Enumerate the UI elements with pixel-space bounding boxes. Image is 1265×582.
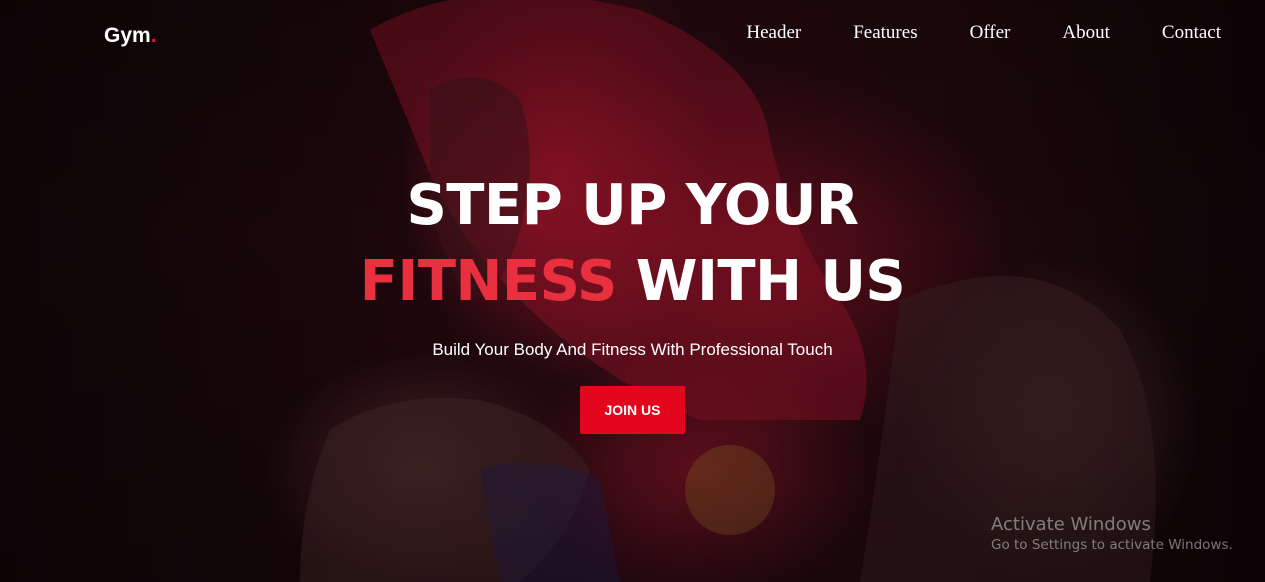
nav-link-about[interactable]: About [1062, 22, 1110, 44]
headline-accent-word: FITNESS [359, 249, 618, 314]
headline-line-2: WITH US [616, 249, 906, 314]
activate-windows-watermark: Activate Windows Go to Settings to activ… [991, 514, 1233, 553]
join-us-button[interactable]: JOIN US [580, 386, 685, 434]
nav-link-features[interactable]: Features [853, 22, 917, 44]
main-nav: Header Features Offer About Contact [746, 22, 1221, 44]
nav-link-contact[interactable]: Contact [1162, 22, 1221, 44]
brand-name: Gym [104, 24, 151, 47]
headline-line-1: STEP UP YOUR [406, 173, 859, 238]
hero-content: STEP UP YOUR FITNESS WITH US Build Your … [0, 168, 1265, 434]
hero-subtitle: Build Your Body And Fitness With Profess… [432, 340, 833, 359]
nav-link-header[interactable]: Header [746, 22, 801, 44]
nav-link-offer[interactable]: Offer [970, 22, 1011, 44]
brand-logo[interactable]: Gym. [104, 24, 157, 48]
hero-headline: STEP UP YOUR FITNESS WITH US [0, 168, 1265, 320]
watermark-subtitle: Go to Settings to activate Windows. [991, 537, 1233, 553]
brand-dot: . [150, 24, 157, 47]
watermark-title: Activate Windows [991, 514, 1151, 535]
